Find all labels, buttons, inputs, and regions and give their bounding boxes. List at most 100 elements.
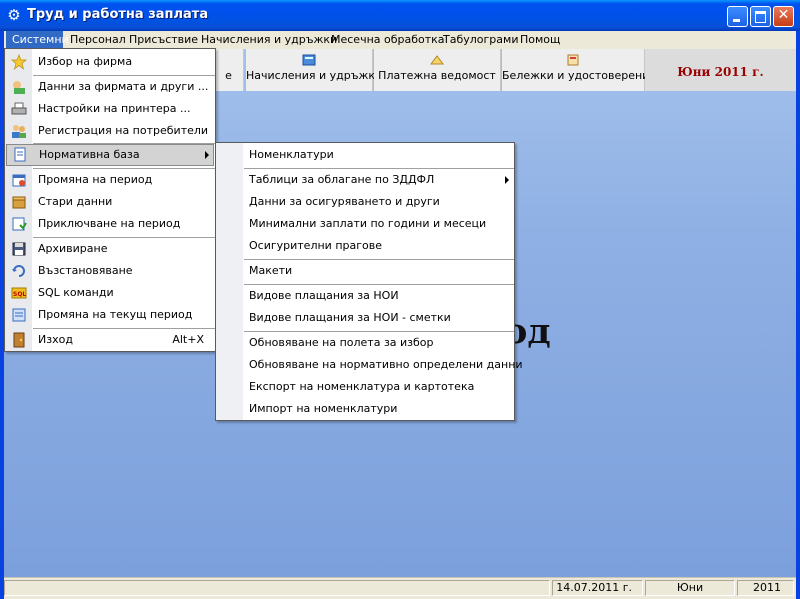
menu-item-label: Приключване на период	[38, 217, 181, 230]
menu-item-label: Данни за фирмата и други ...	[38, 80, 209, 93]
menu-item-label: Регистрация на потребители	[38, 124, 209, 137]
toolbar-tile-label: Бележки и удостоверения	[502, 69, 656, 82]
menu-item-shortcut: Alt+X	[172, 333, 204, 346]
menu-mesechna-obrabotka[interactable]: Месечна обработка	[329, 31, 447, 49]
menu-item-label: Избор на фирма	[38, 55, 133, 68]
submenu-item-osiguritelni-pragove[interactable]: Осигурителни прагове	[217, 235, 513, 257]
calendar-icon	[12, 174, 26, 187]
menu-personal[interactable]: Персонал	[68, 31, 128, 49]
certificate-icon	[567, 54, 579, 66]
restore-icon	[12, 265, 25, 277]
menu-item-izbor-na-firma[interactable]: Избор на фирма	[6, 51, 214, 73]
menu-item-label: Видове плащания за НОИ	[249, 289, 399, 302]
menu-item-label: Минимални заплати по години и месеци	[249, 217, 487, 230]
menu-item-label: Импорт на номенклатури	[249, 402, 398, 415]
toolbar-tile-label: е	[225, 69, 232, 82]
company-icon	[13, 81, 25, 94]
menu-item-label: Експорт на номенклатура и картотека	[249, 380, 475, 393]
menu-item-promyana-tekusht[interactable]: Промяна на текущ период	[6, 304, 214, 326]
menu-item-label: Изход	[38, 333, 73, 346]
submenu-item-nomenklaturi[interactable]: Номенклатури	[217, 144, 513, 166]
close-icon: ✕	[777, 7, 790, 23]
menu-pomosht[interactable]: Помощ	[518, 31, 562, 49]
users-icon	[12, 125, 26, 138]
submenu-arrow-icon	[205, 151, 209, 159]
menu-item-danni-firma[interactable]: Данни за фирмата и други ...	[6, 76, 214, 98]
box-icon	[12, 196, 26, 209]
save-icon	[12, 242, 26, 256]
sql-icon: SQL	[11, 287, 27, 299]
menu-item-label: Промяна на период	[38, 173, 153, 186]
menu-item-label: Стари данни	[38, 195, 113, 208]
maximize-icon	[755, 11, 766, 23]
menu-item-label: Настройки на принтера ...	[38, 102, 191, 115]
menu-nachislenia[interactable]: Начисления и удръжки	[199, 31, 339, 49]
menu-item-stari-danni[interactable]: Стари данни	[6, 191, 214, 213]
menu-item-label: Осигурителни прагове	[249, 239, 382, 252]
menu-prisastvie[interactable]: Присъствие	[127, 31, 200, 49]
menu-item-label: Нормативна база	[39, 148, 140, 161]
menu-item-sql-komandi[interactable]: SQL SQL команди	[6, 282, 214, 304]
submenu-item-import[interactable]: Импорт на номенклатури	[217, 398, 513, 420]
menu-item-promyana-period[interactable]: Промяна на период	[6, 169, 214, 191]
minimize-button[interactable]	[727, 6, 748, 27]
submenu-item-obnovyavane-normativni[interactable]: Обновяване на нормативно определени данн…	[217, 354, 523, 376]
submenu-item-vidove-plashtania-smetki[interactable]: Видове плащания за НОИ - сметки	[217, 307, 513, 329]
menu-item-izhod[interactable]: Изход Alt+X	[6, 329, 214, 351]
menu-item-label: Възстановяване	[38, 264, 133, 277]
toolbar-tile-belezhki[interactable]: Бележки и удостоверения	[502, 49, 656, 91]
menu-tabulogrami[interactable]: Табулограми	[441, 31, 520, 49]
submenu-item-eksport[interactable]: Експорт на номенклатура и картотека	[217, 376, 513, 398]
lock-period-icon	[12, 217, 27, 231]
menu-item-registracia[interactable]: Регистрация на потребители	[6, 120, 214, 142]
submenu-item-obnovyavane-poleta[interactable]: Обновяване на полета за избор	[217, 332, 513, 354]
submenu-item-tablici-zddfl[interactable]: Таблици за облагане по ЗДДФЛ	[217, 169, 513, 191]
calculator-icon	[302, 54, 316, 66]
close-button[interactable]: ✕	[773, 6, 794, 27]
menu-item-label: Обновяване на нормативно определени данн…	[249, 358, 523, 371]
menu-item-priklyuchvane[interactable]: Приключване на период	[6, 213, 214, 235]
toolbar-tile-partial[interactable]: е	[214, 49, 244, 91]
status-month: Юни	[645, 580, 735, 596]
menu-item-label: Промяна на текущ период	[38, 308, 193, 321]
submenu-arrow-icon	[505, 176, 509, 184]
menu-item-label: SQL команди	[38, 286, 114, 299]
menu-item-label: Архивиране	[38, 242, 108, 255]
toolbar-tile-label: Начисления и удръжки	[246, 69, 383, 82]
menu-item-label: Видове плащания за НОИ - сметки	[249, 311, 451, 324]
menu-item-vazstanovyavane[interactable]: Възстановяване	[6, 260, 214, 282]
window-frame-right	[796, 31, 800, 599]
title-bar[interactable]: ⚙ Труд и работна заплата ✕	[0, 0, 800, 31]
menu-item-nastroiki-printer[interactable]: Настройки на принтера ...	[6, 98, 214, 120]
submenu-item-vidove-plashtania-noi[interactable]: Видове плащания за НОИ	[217, 285, 513, 307]
star-icon	[11, 54, 27, 70]
gear-icon[interactable]: ⚙	[6, 7, 22, 23]
submenu-item-minimalni-zaplati[interactable]: Минимални заплати по години и месеци	[217, 213, 513, 235]
menu-item-normativna-baza[interactable]: Нормативна база	[6, 144, 214, 166]
toolbar-tile-platezhna[interactable]: Платежна ведомост	[374, 49, 501, 91]
money-icon	[430, 55, 444, 65]
normativna-baza-submenu: Номенклатури Таблици за облагане по ЗДДФ…	[215, 142, 523, 421]
maximize-button[interactable]	[750, 6, 771, 27]
edit-period-icon	[12, 308, 26, 322]
menu-item-label: Данни за осигуряването и други	[249, 195, 440, 208]
current-period: Юни 2011 г.	[677, 65, 764, 79]
menu-item-label: Обновяване на полета за избор	[249, 336, 434, 349]
submenu-item-danni-osiguryavane[interactable]: Данни за осигуряването и други	[217, 191, 513, 213]
menu-item-label: Таблици за облагане по ЗДДФЛ	[249, 173, 435, 186]
menu-bar: Системни Персонал Присъствие Начисления …	[4, 31, 796, 49]
menu-item-label: Макети	[249, 264, 293, 277]
submenu-item-maketi[interactable]: Макети	[217, 260, 513, 282]
sistemni-menu: Избор на фирма Данни за фирмата и други …	[4, 48, 216, 352]
status-year: 2011	[737, 580, 794, 596]
app-window: ⚙ Труд и работна заплата ✕ Системни Перс…	[0, 0, 800, 599]
printer-icon	[11, 102, 27, 115]
toolbar-tile-nachislenia[interactable]: Начисления и удръжки	[246, 49, 383, 91]
menu-item-label: Номенклатури	[249, 148, 334, 161]
svg-text:SQL: SQL	[13, 291, 26, 298]
toolbar-tile-label: Платежна ведомост	[378, 69, 496, 82]
menu-sistemni[interactable]: Системни	[6, 31, 69, 49]
menu-item-arhivirane[interactable]: Архивиране	[6, 238, 214, 260]
status-date: 14.07.2011 г.	[552, 580, 643, 596]
exit-icon	[13, 332, 25, 348]
